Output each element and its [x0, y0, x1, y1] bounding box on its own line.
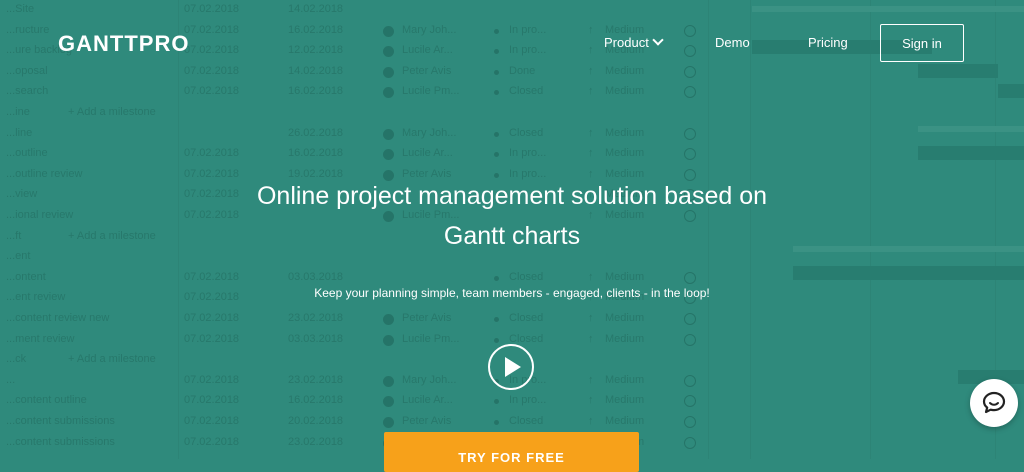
nav-demo[interactable]: Demo [715, 35, 750, 50]
play-video-button[interactable] [488, 344, 534, 390]
chevron-down-icon [652, 34, 664, 46]
sign-in-button[interactable]: Sign in [880, 24, 964, 62]
nav-product-label: Product [604, 35, 649, 50]
nav-product[interactable]: Product [604, 34, 664, 50]
hero-title-line-2: Gantt charts [443, 222, 581, 250]
hero-title-line-1: Online project management solution based… [256, 182, 768, 210]
play-icon [505, 357, 521, 377]
hero-title: Online project management solution based… [212, 176, 812, 256]
nav-pricing[interactable]: Pricing [808, 35, 848, 50]
ganttpro-logo[interactable]: GANTTPRO [58, 31, 189, 57]
hero-subtitle: Keep your planning simple, team members … [314, 286, 710, 300]
chat-widget-button[interactable] [970, 379, 1018, 427]
chat-icon [982, 391, 1006, 414]
try-for-free-button[interactable]: TRY FOR FREE [384, 432, 639, 472]
